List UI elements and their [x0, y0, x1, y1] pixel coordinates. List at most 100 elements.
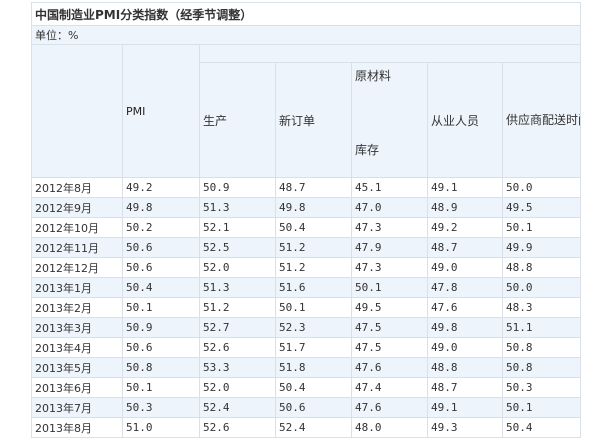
- supplier-cell: 51.1: [501, 317, 582, 338]
- month-cell: 2013年2月: [31, 297, 123, 318]
- new-orders-cell: 50.4: [275, 377, 352, 398]
- pmi-cell: 51.0: [122, 417, 200, 438]
- month-cell: 2013年6月: [31, 377, 123, 398]
- employment-cell: 49.0: [427, 337, 503, 358]
- table-title: 中国制造业PMI分类指数（经季节调整）: [30, 2, 582, 26]
- employment-cell: 48.7: [427, 237, 503, 258]
- supplier-cell: 48.3: [501, 297, 582, 318]
- raw-material-cell: 47.6: [351, 357, 428, 378]
- header-raw-material-wrap: 原材料 库存: [355, 64, 424, 177]
- supplier-cell: 49.5: [501, 197, 582, 218]
- employment-cell: 47.6: [427, 297, 503, 318]
- employment-cell: 48.9: [427, 197, 503, 218]
- raw-material-cell: 47.4: [351, 377, 428, 398]
- employment-cell: 49.1: [427, 177, 503, 198]
- supplier-cell: 50.0: [501, 177, 582, 198]
- supplier-cell: 48.8: [501, 257, 582, 278]
- new-orders-cell: 50.4: [275, 217, 352, 238]
- employment-cell: 49.1: [427, 397, 503, 418]
- production-cell: 52.0: [199, 257, 276, 278]
- table-row: 2013年4月 50.6 52.6 51.7 47.5 49.0 50.8: [31, 337, 582, 358]
- new-orders-cell: 52.3: [275, 317, 352, 338]
- unit-row: 单位：%: [30, 25, 582, 45]
- employment-cell: 49.8: [427, 317, 503, 338]
- raw-material-cell: 45.1: [351, 177, 428, 198]
- title-row: 中国制造业PMI分类指数（经季节调整）: [30, 2, 582, 26]
- raw-material-cell: 47.5: [351, 337, 428, 358]
- new-orders-cell: 51.7: [275, 337, 352, 358]
- supplier-cell: 50.3: [501, 377, 582, 398]
- supplier-cell: 50.0: [501, 277, 582, 298]
- production-cell: 51.3: [199, 277, 276, 298]
- production-cell: 50.9: [199, 177, 276, 198]
- raw-material-cell: 49.5: [351, 297, 428, 318]
- new-orders-cell: 50.1: [275, 297, 352, 318]
- new-orders-cell: 52.4: [275, 417, 352, 438]
- raw-material-cell: 48.0: [351, 417, 428, 438]
- table-row: 2013年3月 50.9 52.7 52.3 47.5 49.8 51.1: [31, 317, 582, 338]
- table-row: 2012年12月 50.6 52.0 51.2 47.3 49.0 48.8: [31, 257, 582, 278]
- supplier-cell: 50.8: [501, 337, 582, 358]
- header-employment: 从业人员: [427, 62, 503, 178]
- production-cell: 52.0: [199, 377, 276, 398]
- employment-cell: 47.8: [427, 277, 503, 298]
- employment-cell: 49.3: [427, 417, 503, 438]
- pmi-cell: 50.9: [122, 317, 200, 338]
- header-group-spacer: [198, 44, 582, 63]
- header-production: 生产: [199, 62, 276, 178]
- table-body: 中国制造业PMI分类指数（经季节调整） 单位：% PMI 生产 新订单 原材料 …: [30, 2, 582, 178]
- table-row: 2012年9月 49.8 51.3 49.8 47.0 48.9 49.5: [31, 197, 582, 218]
- raw-material-cell: 47.3: [351, 257, 428, 278]
- table-row: 2013年7月 50.3 52.4 50.6 47.6 49.1 50.1: [31, 397, 582, 418]
- new-orders-cell: 51.2: [275, 257, 352, 278]
- table-row: 2013年8月 51.0 52.6 52.4 48.0 49.3 50.4: [31, 417, 582, 438]
- employment-cell: 48.7: [427, 377, 503, 398]
- pmi-cell: 50.6: [122, 257, 200, 278]
- pmi-cell: 50.6: [122, 237, 200, 258]
- pmi-cell: 50.6: [122, 337, 200, 358]
- pmi-cell: 49.8: [122, 197, 200, 218]
- header-raw-material-top: 原材料: [355, 69, 392, 83]
- employment-cell: 49.2: [427, 217, 503, 238]
- data-rows: 2012年8月 49.2 50.9 48.7 45.1 49.1 50.0 2012年9月 49…: [31, 177, 582, 438]
- table-row: 2013年1月 50.4 51.3 51.6 50.1 47.8 50.0: [31, 277, 582, 298]
- raw-material-cell: 47.6: [351, 397, 428, 418]
- new-orders-cell: 50.6: [275, 397, 352, 418]
- month-cell: 2012年8月: [31, 177, 123, 198]
- production-cell: 53.3: [199, 357, 276, 378]
- table-row: 2013年2月 50.1 51.2 50.1 49.5 47.6 48.3: [31, 297, 582, 318]
- month-cell: 2013年7月: [31, 397, 123, 418]
- table-row: 2012年8月 49.2 50.9 48.7 45.1 49.1 50.0: [31, 177, 582, 198]
- header-supplier: 供应商配送时间: [501, 62, 582, 178]
- new-orders-cell: 48.7: [275, 177, 352, 198]
- new-orders-cell: 49.8: [275, 197, 352, 218]
- supplier-cell: 50.1: [501, 397, 582, 418]
- pmi-cell: 50.2: [122, 217, 200, 238]
- month-cell: 2013年5月: [31, 357, 123, 378]
- pmi-cell: 50.8: [122, 357, 200, 378]
- table-row: 2013年5月 50.8 53.3 51.8 47.6 48.8 50.8: [31, 357, 582, 378]
- header-pmi: PMI: [122, 44, 200, 178]
- raw-material-cell: 47.3: [351, 217, 428, 238]
- month-cell: 2012年10月: [31, 217, 123, 238]
- unit-label: 单位：%: [30, 25, 582, 45]
- header-spacer-row: PMI: [31, 44, 582, 178]
- table-row: 2012年11月 50.6 52.5 51.2 47.9 48.7 49.9: [31, 237, 582, 258]
- raw-material-cell: 47.0: [351, 197, 428, 218]
- new-orders-cell: 51.8: [275, 357, 352, 378]
- supplier-cell: 49.9: [501, 237, 582, 258]
- production-cell: 52.6: [199, 417, 276, 438]
- employment-cell: 48.8: [427, 357, 503, 378]
- supplier-cell: 50.4: [501, 417, 582, 438]
- pmi-cell: 50.3: [122, 397, 200, 418]
- header-raw-material: 原材料 库存: [351, 62, 428, 178]
- pmi-cell: 50.1: [122, 297, 200, 318]
- month-cell: 2013年4月: [31, 337, 123, 358]
- month-cell: 2012年11月: [31, 237, 123, 258]
- pmi-table: 中国制造业PMI分类指数（经季节调整） 单位：% PMI 生产 新订单 原材料 …: [30, 2, 582, 438]
- raw-material-cell: 50.1: [351, 277, 428, 298]
- employment-cell: 49.0: [427, 257, 503, 278]
- month-cell: 2013年3月: [31, 317, 123, 338]
- pmi-cell: 49.2: [122, 177, 200, 198]
- pmi-cell: 50.4: [122, 277, 200, 298]
